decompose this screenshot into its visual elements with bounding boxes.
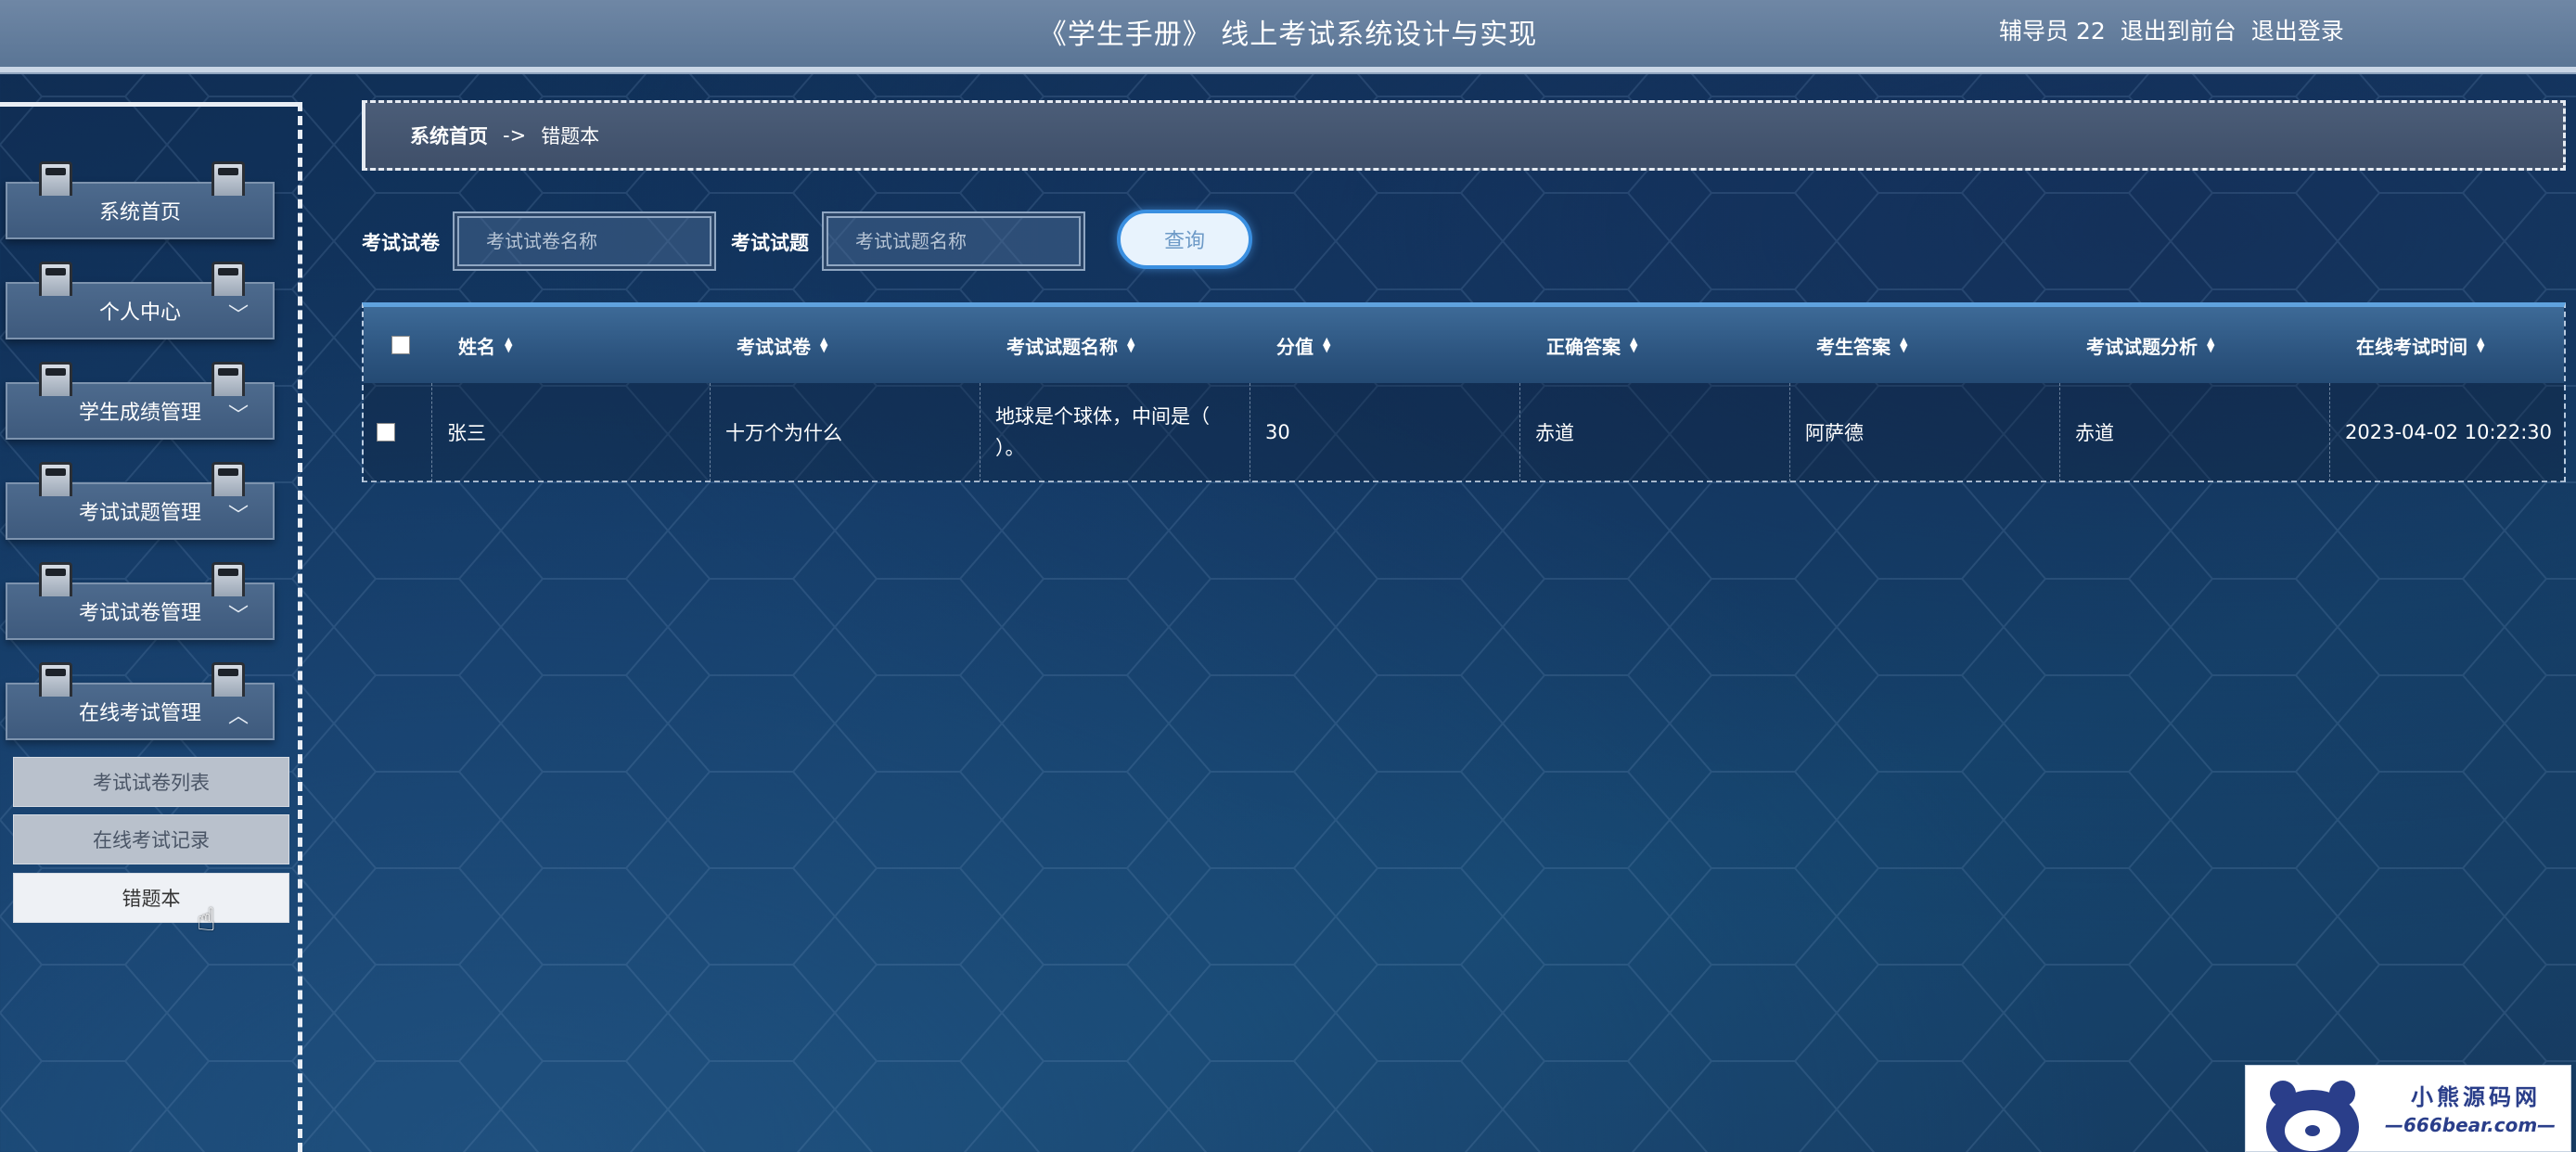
cell-name: 张三 [432,383,711,481]
column-header-exam-time[interactable]: 在线考试时间 ▲ ▼ [2330,307,2564,383]
sort-icon[interactable]: ▲ ▼ [505,336,512,353]
sort-icon[interactable]: ▲ ▼ [1900,336,1907,353]
column-header-score[interactable]: 分值 ▲ ▼ [1250,307,1520,383]
header-actions: 辅导员 22 退出到前台 退出登录 [1999,13,2344,46]
subitem-exam-paper-list[interactable]: 考试试卷列表 [13,757,289,807]
sort-icon[interactable]: ▲ ▼ [1323,336,1330,353]
binder-clip-icon [211,362,245,396]
breadcrumb-current: 错题本 [541,125,600,147]
binder-clip-icon [39,262,72,296]
chevron-down-icon: ﹀ [227,605,249,628]
select-all-cell [364,307,432,383]
row-select-cell [364,383,432,481]
sidebar-item-home[interactable]: 系统首页 [6,161,275,239]
sidebar-item-label: 考试试卷管理 [78,602,201,625]
binder-clip-icon [39,562,72,596]
sidebar-item-online-exam-management[interactable]: 在线考试管理 ︿ [6,662,275,740]
sort-icon[interactable]: ▲ ▼ [820,336,827,353]
cell-analysis: 赤道 [2060,383,2330,481]
binder-clip-icon [39,462,72,496]
logout-link[interactable]: 退出登录 [2251,13,2344,46]
binder-clip-icon [211,562,245,596]
wrong-question-table: 姓名 ▲ ▼ 考试试卷 ▲ ▼ 考试试题名称 ▲ ▼ 分值 ▲ ▼ 正确答案 ▲ ▼ 考生… [362,302,2566,482]
chevron-down-icon: ﹀ [227,304,249,327]
hex-background [0,0,2576,1152]
question-line: 地球是个球体，中间是（ [995,405,1210,428]
sidebar-item-question-management[interactable]: 考试试题管理 ﹀ [6,462,275,540]
current-user: 辅导员 22 [1999,18,2106,45]
binder-clip-icon [211,161,245,196]
sort-icon[interactable]: ▲ ▼ [1127,336,1134,353]
sort-icon[interactable]: ▲ ▼ [2477,336,2484,353]
column-header-student-answer[interactable]: 考生答案 ▲ ▼ [1790,307,2060,383]
column-header-correct-answer[interactable]: 正确答案 ▲ ▼ [1520,307,1790,383]
table-row: 张三 十万个为什么 地球是个球体，中间是（ ）。 30 赤道 阿萨德 赤道 20… [364,383,2564,481]
binder-clip-icon [211,662,245,697]
row-checkbox[interactable] [377,423,395,442]
sort-icon[interactable]: ▲ ▼ [1630,336,1637,353]
watermark-logo: 小熊源码网 —666bear.com— [2245,1065,2571,1152]
breadcrumb: 系统首页 -> 错题本 [362,100,2566,171]
sidebar-item-personal-center[interactable]: 个人中心 ﹀ [6,262,275,339]
question-line: ）。 [995,437,1025,459]
sidebar-item-label: 个人中心 [98,301,181,325]
chevron-down-icon: ﹀ [227,505,249,528]
cell-question-name: 地球是个球体，中间是（ ）。 [980,383,1250,481]
hand-cursor-icon: ☝ [197,902,216,939]
binder-clip-icon [211,462,245,496]
binder-clip-icon [39,161,72,196]
query-button[interactable]: 查询 [1117,210,1252,269]
breadcrumb-home[interactable]: 系统首页 [410,122,488,149]
column-header-analysis[interactable]: 考试试题分析 ▲ ▼ [2060,307,2330,383]
column-header-question-name[interactable]: 考试试题名称 ▲ ▼ [980,307,1250,383]
exit-to-front-link[interactable]: 退出到前台 [2121,13,2236,46]
sidebar-item-label: 学生成绩管理 [78,402,201,425]
subitem-online-exam-records[interactable]: 在线考试记录 [13,814,289,864]
watermark-brand: 小熊源码网 [2411,1084,2541,1110]
cell-student-answer: 阿萨德 [1790,383,2060,481]
sidebar-item-paper-management[interactable]: 考试试卷管理 ﹀ [6,562,275,640]
subitem-wrong-questions[interactable]: 错题本 [13,873,289,923]
column-header-name[interactable]: 姓名 ▲ ▼ [432,307,711,383]
table-header: 姓名 ▲ ▼ 考试试卷 ▲ ▼ 考试试题名称 ▲ ▼ 分值 ▲ ▼ 正确答案 ▲ ▼ 考生… [364,307,2564,383]
bear-logo-icon [2266,1081,2359,1152]
binder-clip-icon [211,262,245,296]
chevron-up-icon: ︿ [227,705,249,728]
breadcrumb-separator: -> [503,124,527,147]
paper-search-label: 考试试卷 [362,232,440,254]
sidebar-item-label: 考试试题管理 [78,502,201,525]
question-search-label: 考试试题 [731,232,809,254]
sort-icon[interactable]: ▲ ▼ [2207,336,2214,353]
paper-search-input[interactable] [453,211,716,271]
question-search-input[interactable] [822,211,1085,271]
sidebar-item-label: 在线考试管理 [78,702,201,725]
cell-exam-time: 2023-04-02 10:22:30 [2345,421,2553,443]
watermark-site: —666bear.com— [2385,1114,2557,1136]
cell-paper: 十万个为什么 [711,383,980,481]
cell-score: 30 [1250,383,1520,481]
binder-clip-icon [39,362,72,396]
top-header: 《学生手册》 线上考试系统设计与实现 辅导员 22 退出到前台 退出登录 [0,0,2576,72]
chevron-down-icon: ﹀ [227,404,249,428]
binder-clip-icon [39,662,72,697]
sidebar-item-score-management[interactable]: 学生成绩管理 ﹀ [6,362,275,440]
cell-correct-answer: 赤道 [1520,383,1790,481]
column-header-paper[interactable]: 考试试卷 ▲ ▼ [711,307,980,383]
sidebar-item-label: 系统首页 [98,201,181,224]
select-all-checkbox[interactable] [391,336,410,354]
